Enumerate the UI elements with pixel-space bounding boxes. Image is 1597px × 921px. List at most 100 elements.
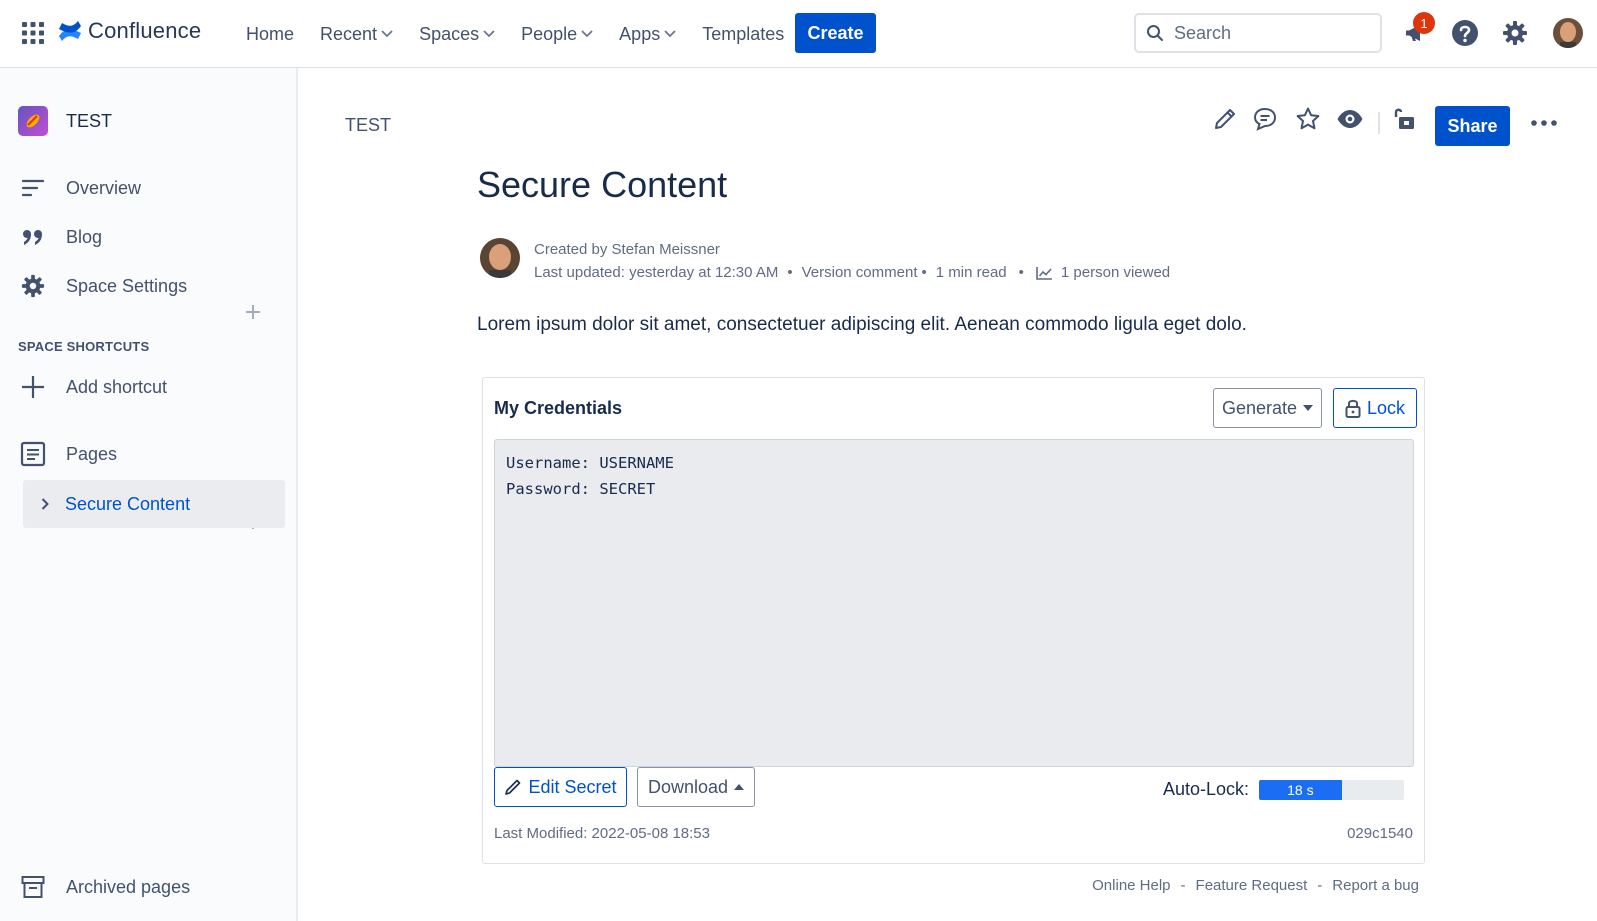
nav-apps[interactable]: Apps — [619, 20, 676, 48]
search-input[interactable] — [1174, 22, 1354, 44]
last-updated[interactable]: Last updated: yesterday at 12:30 AM — [534, 261, 778, 284]
nav-people[interactable]: People — [521, 20, 593, 48]
space-sidebar: TEST Overview Blog Space Settings SPACE … — [0, 68, 298, 921]
author-avatar-icon — [480, 238, 520, 278]
caret-up-icon — [734, 784, 745, 790]
add-shortcut-button[interactable]: Add shortcut — [18, 369, 280, 405]
download-label: Download — [647, 776, 729, 797]
version-comment[interactable]: Version comment — [802, 261, 918, 284]
confluence-logo[interactable]: Confluence — [58, 18, 201, 44]
create-button[interactable]: Create — [795, 13, 876, 53]
sidebar-item-label: Blog — [66, 226, 103, 247]
secret-textarea[interactable]: Username: USERNAME Password: SECRET — [494, 439, 1414, 767]
sidebar-item-label: Space Settings — [66, 275, 188, 296]
user-avatar-icon — [1553, 18, 1583, 48]
breadcrumb[interactable]: TEST — [345, 115, 391, 136]
edit-secret-button[interactable]: Edit Secret — [494, 767, 627, 807]
auto-lock: Auto-Lock: 18 s — [1163, 779, 1405, 800]
page-meta: Last updated: yesterday at 12:30 AM • Ve… — [534, 261, 1170, 284]
generate-label: Generate — [1221, 397, 1298, 418]
gear-icon — [18, 271, 48, 301]
nav-home[interactable]: Home — [246, 20, 294, 48]
nav-people-label: People — [521, 23, 578, 44]
page-tree-item-label: Secure Content — [65, 493, 191, 514]
app-switcher-icon[interactable] — [22, 22, 44, 44]
watch-button[interactable] — [1336, 106, 1364, 132]
nav-templates[interactable]: Templates — [702, 20, 784, 48]
space-header[interactable]: TEST — [18, 106, 112, 136]
read-time: 1 min read — [935, 264, 1007, 281]
quote-icon — [18, 222, 48, 252]
page-title: Secure Content — [477, 164, 728, 205]
search-icon — [1147, 25, 1163, 41]
separator-dot: • — [921, 264, 927, 281]
more-icon — [1531, 120, 1557, 126]
chevron-down-icon — [381, 30, 393, 38]
unlock-icon — [1394, 108, 1414, 129]
nav-spaces[interactable]: Spaces — [419, 20, 495, 48]
sidebar-item-label: Archived pages — [66, 876, 191, 897]
primary-nav: Home Recent Spaces People Apps Templates — [246, 20, 810, 48]
star-icon — [1296, 107, 1320, 130]
lock-label: Lock — [1366, 397, 1406, 418]
sidebar-item-pages[interactable]: Pages — [18, 436, 280, 472]
page-tree-item-secure-content[interactable]: Secure Content — [23, 480, 285, 528]
byline-text: Created by Stefan Meissner Last updated:… — [534, 238, 1170, 284]
lock-icon — [1345, 399, 1361, 418]
sidebar-item-space-settings[interactable]: Space Settings — [18, 268, 280, 304]
feature-request-link[interactable]: Feature Request — [1196, 877, 1308, 894]
footer-separator: - — [1180, 877, 1186, 894]
page-byline: Created by Stefan Meissner Last updated:… — [480, 238, 1170, 284]
chevron-down-icon — [664, 30, 676, 38]
pages-icon — [18, 439, 48, 469]
created-by[interactable]: Created by Stefan Meissner — [534, 238, 1170, 261]
pencil-icon — [1215, 109, 1235, 129]
download-button[interactable]: Download — [637, 767, 755, 807]
edit-secret-label: Edit Secret — [528, 776, 617, 797]
comment-button[interactable] — [1252, 106, 1278, 132]
notification-badge: 1 — [1413, 12, 1435, 34]
help-icon — [1452, 20, 1478, 46]
sidebar-item-blog[interactable]: Blog — [18, 219, 280, 255]
nav-recent[interactable]: Recent — [320, 20, 393, 48]
auto-lock-progress-fill: 18 s — [1259, 779, 1342, 800]
report-bug-link[interactable]: Report a bug — [1332, 877, 1419, 894]
footer-separator: - — [1317, 877, 1323, 894]
sidebar-item-overview[interactable]: Overview — [18, 170, 280, 206]
pencil-icon — [505, 779, 521, 795]
brand-name: Confluence — [88, 18, 202, 43]
share-button[interactable]: Share — [1435, 106, 1510, 146]
settings-button[interactable] — [1499, 17, 1531, 49]
online-help-link[interactable]: Online Help — [1092, 877, 1170, 894]
nav-templates-label: Templates — [702, 23, 785, 44]
lock-button[interactable]: Lock — [1333, 388, 1417, 428]
nav-spaces-label: Spaces — [419, 23, 480, 44]
nav-home-label: Home — [246, 23, 295, 44]
nav-recent-label: Recent — [320, 23, 378, 44]
divider — [1378, 112, 1380, 134]
star-button[interactable] — [1295, 106, 1321, 132]
nav-apps-label: Apps — [619, 23, 661, 44]
space-shortcuts-heading: SPACE SHORTCUTS — [18, 339, 150, 354]
user-avatar[interactable] — [1553, 18, 1583, 48]
author-avatar[interactable] — [480, 238, 520, 278]
separator-dot: • — [787, 264, 793, 281]
search-box[interactable] — [1134, 13, 1382, 53]
archive-icon — [18, 872, 48, 902]
caret-down-icon — [1303, 405, 1314, 411]
chevron-right-icon[interactable] — [41, 498, 49, 510]
comment-icon — [1253, 107, 1277, 131]
secret-hash: 029c1540 — [1347, 825, 1413, 842]
eye-icon — [1337, 110, 1363, 128]
help-button[interactable] — [1449, 17, 1481, 49]
view-count[interactable]: 1 person viewed — [1061, 261, 1170, 284]
generate-button[interactable]: Generate — [1213, 388, 1322, 428]
plus-icon — [18, 372, 48, 402]
overview-icon — [18, 173, 48, 203]
sidebar-item-archived-pages[interactable]: Archived pages — [18, 869, 280, 905]
add-blog-icon[interactable] — [245, 304, 261, 320]
restrictions-button[interactable] — [1391, 106, 1417, 132]
sidebar-item-label: Add shortcut — [66, 376, 168, 397]
edit-button[interactable] — [1212, 106, 1238, 132]
more-actions-button[interactable] — [1531, 120, 1557, 126]
